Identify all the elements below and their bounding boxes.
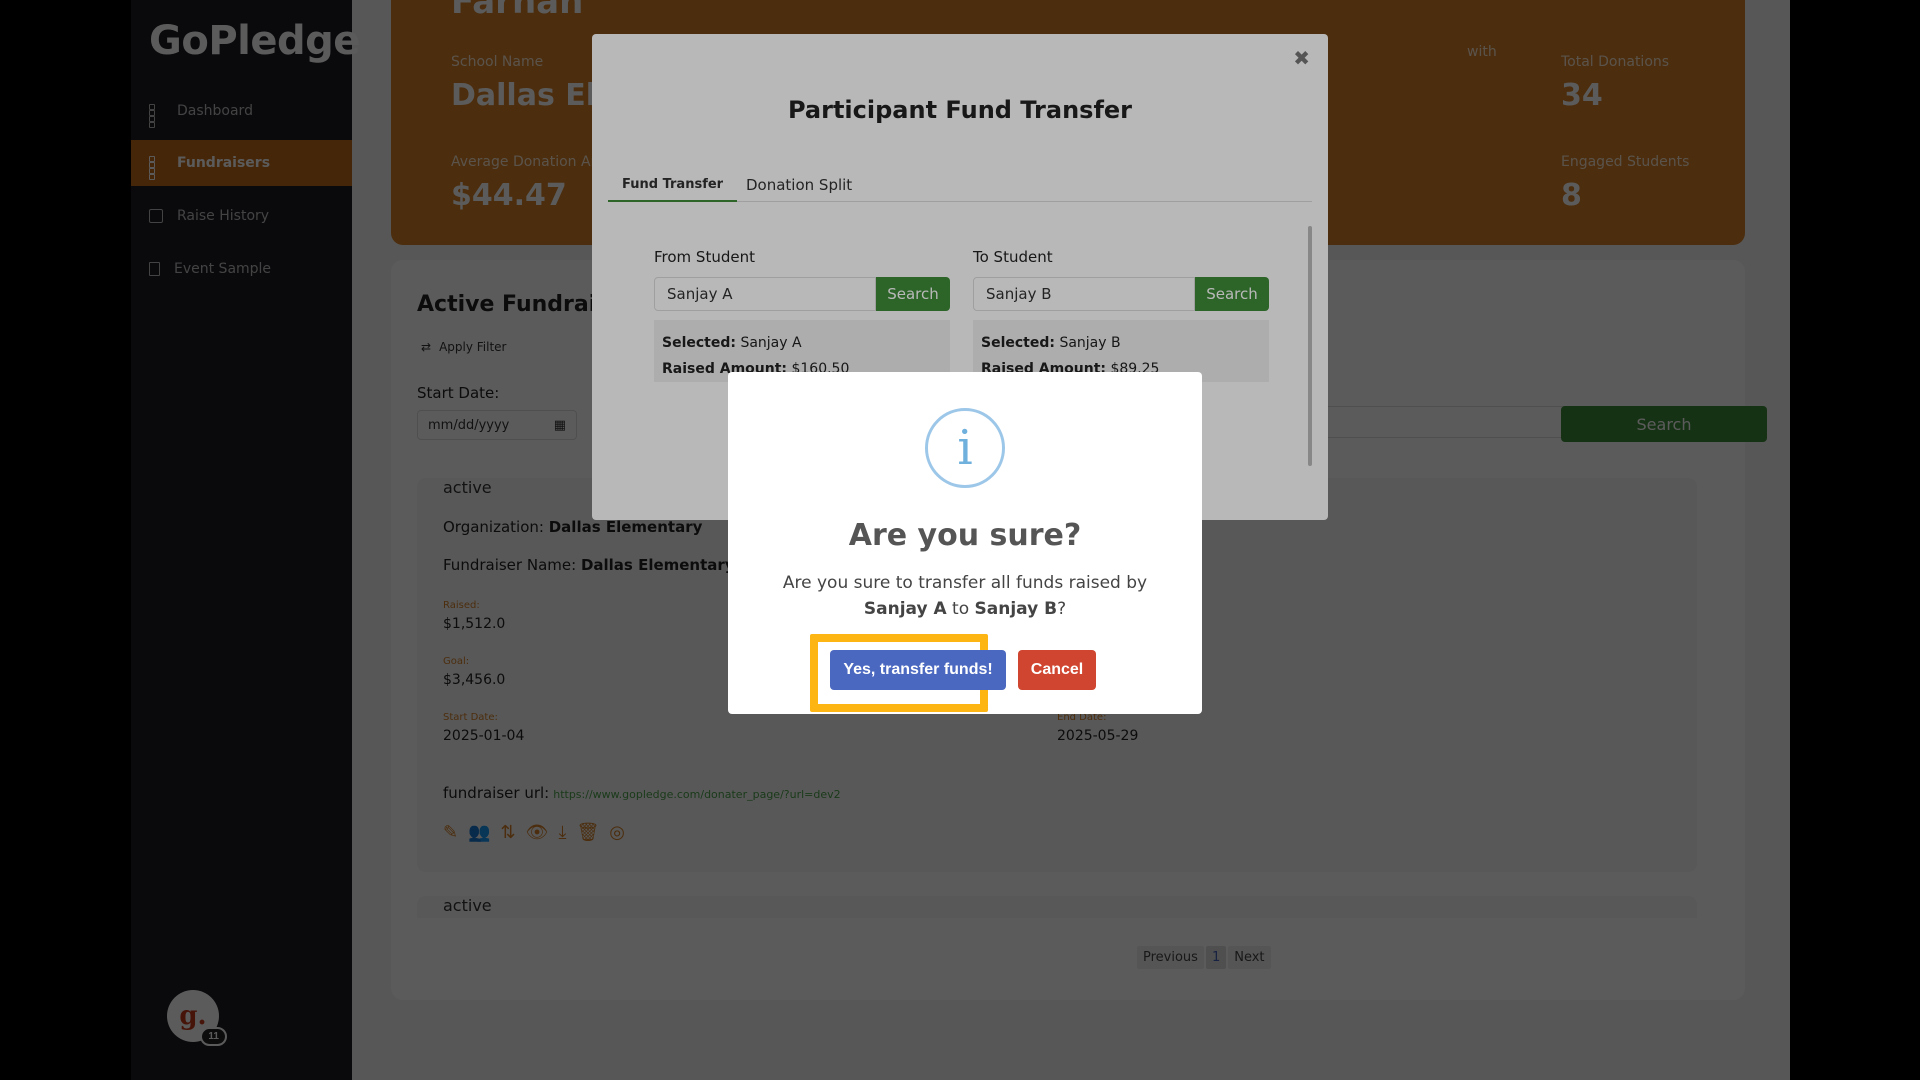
message-before: Are you sure to transfer all funds raise… xyxy=(782,573,1148,593)
message-to-name: Sanjay B xyxy=(974,599,1058,619)
dialog-message: Are you sure to transfer all funds raise… xyxy=(752,570,1178,622)
confirm-dialog: i Are you sure? Are you sure to transfer… xyxy=(728,372,1202,714)
info-icon: i xyxy=(925,408,1005,488)
dialog-title: Are you sure? xyxy=(848,518,1082,553)
message-end: ? xyxy=(1057,599,1067,619)
cancel-button[interactable]: Cancel xyxy=(1018,650,1096,690)
message-mid: to xyxy=(946,599,975,619)
message-from-name: Sanjay A xyxy=(863,599,947,619)
confirm-transfer-button[interactable]: Yes, transfer funds! xyxy=(830,650,1006,690)
